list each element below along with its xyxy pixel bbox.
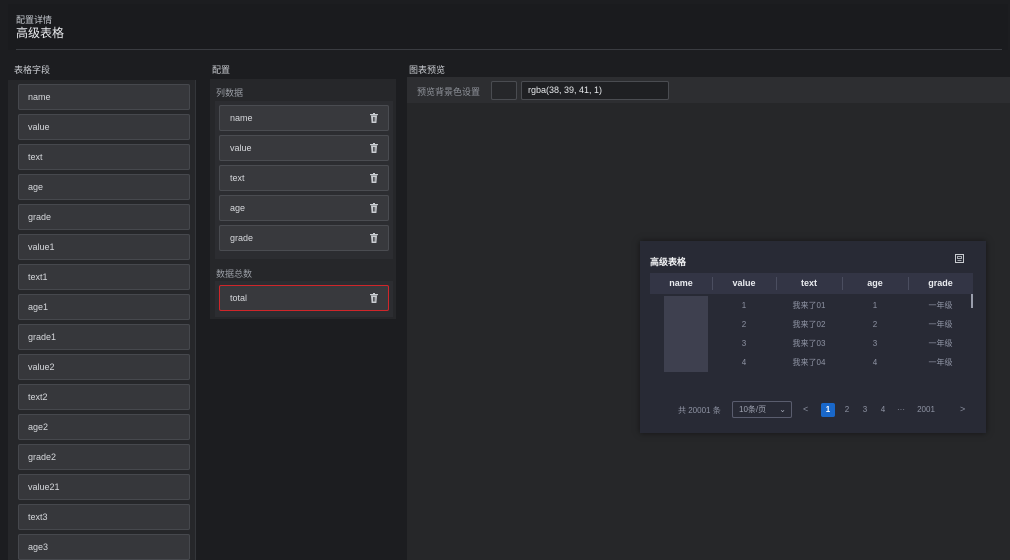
cell-age: 1: [872, 301, 878, 310]
table-row: 4 我来了04 4 一年级: [650, 353, 973, 372]
cell-value: 3: [741, 339, 747, 348]
bg-color-label: 预览背景色设置: [417, 87, 481, 97]
field-item-age2[interactable]: age2: [18, 414, 190, 440]
trash-icon[interactable]: [370, 203, 378, 213]
total-item-label: total: [230, 293, 248, 303]
preview-panel: 预览背景色设置 rgba(38, 39, 41, 1) 高级表格 name va…: [407, 77, 1010, 560]
advanced-table-card: 高级表格 name value text age grade 1 我来了01 1…: [640, 241, 986, 433]
pagination: 共 20001 条 10条/页 ⌄ < 1 2 3 4 ··· 2001 >: [640, 401, 986, 419]
table-row: 3 我来了03 3 一年级: [650, 334, 973, 353]
preview-toolbar: 预览背景色设置 rgba(38, 39, 41, 1): [407, 77, 1010, 103]
field-item-value[interactable]: value: [18, 114, 190, 140]
table-row: 1 我来了01 1 一年级: [650, 296, 973, 315]
field-item-text[interactable]: text: [18, 144, 190, 170]
cell-text: 我来了04: [792, 358, 826, 367]
column-data-label: 列数据: [216, 88, 244, 98]
prev-page-button[interactable]: <: [803, 404, 808, 414]
page-button-1[interactable]: 1: [821, 403, 835, 417]
total-dropzone[interactable]: total: [215, 281, 393, 317]
trash-icon[interactable]: [370, 293, 378, 303]
blurred-name-cell: [664, 296, 708, 315]
column-item-label: grade: [230, 233, 254, 243]
page-size-value: 10条/页: [739, 405, 767, 414]
field-item-age1[interactable]: age1: [18, 294, 190, 320]
field-item-text1[interactable]: text1: [18, 264, 190, 290]
column-header-age[interactable]: age: [842, 273, 908, 294]
trash-icon[interactable]: [370, 173, 378, 183]
cell-text: 我来了02: [792, 320, 826, 329]
card-title: 高级表格: [650, 257, 687, 267]
column-data-dropzone[interactable]: name value text age grade: [215, 101, 393, 259]
cell-value: 2: [741, 320, 747, 329]
color-swatch[interactable]: [491, 81, 517, 100]
cell-text: 我来了03: [792, 339, 826, 348]
bg-color-input[interactable]: rgba(38, 39, 41, 1): [521, 81, 669, 100]
column-item-grade[interactable]: grade: [219, 225, 389, 251]
field-item-name[interactable]: name: [18, 84, 190, 110]
blurred-name-cell: [664, 353, 708, 372]
next-page-button[interactable]: >: [960, 404, 965, 414]
cell-grade: 一年级: [928, 301, 953, 310]
table-body: 1 我来了01 1 一年级 2 我来了02 2 一年级 3 我来了03 3 一年…: [650, 294, 973, 386]
cell-age: 3: [872, 339, 878, 348]
trash-icon[interactable]: [370, 113, 378, 123]
fields-panel: name value text age grade value1 text1 a…: [8, 80, 196, 560]
field-item-grade[interactable]: grade: [18, 204, 190, 230]
column-item-name[interactable]: name: [219, 105, 389, 131]
field-item-text3[interactable]: text3: [18, 504, 190, 530]
field-item-age3[interactable]: age3: [18, 534, 190, 560]
field-item-value21[interactable]: value21: [18, 474, 190, 500]
page-button-2[interactable]: 2: [840, 403, 854, 417]
field-item-text2[interactable]: text2: [18, 384, 190, 410]
column-item-age[interactable]: age: [219, 195, 389, 221]
page-ellipsis[interactable]: ···: [894, 403, 908, 417]
trash-icon[interactable]: [370, 143, 378, 153]
column-header-text[interactable]: text: [776, 273, 842, 294]
cell-grade: 一年级: [928, 320, 953, 329]
total-label: 数据总数: [216, 269, 253, 279]
cell-grade: 一年级: [928, 339, 953, 348]
column-header-name[interactable]: name: [650, 273, 712, 294]
cell-grade: 一年级: [928, 358, 953, 367]
column-header-value[interactable]: value: [712, 273, 776, 294]
field-item-grade2[interactable]: grade2: [18, 444, 190, 470]
field-item-value1[interactable]: value1: [18, 234, 190, 260]
cell-age: 2: [872, 320, 878, 329]
cell-text: 我来了01: [792, 301, 826, 310]
page-button-4[interactable]: 4: [876, 403, 890, 417]
preview-column-title: 图表预览: [409, 65, 446, 75]
config-column-title: 配置: [212, 65, 231, 75]
trash-icon[interactable]: [370, 233, 378, 243]
fullscreen-icon[interactable]: [955, 254, 964, 263]
cell-age: 4: [872, 358, 878, 367]
chevron-down-icon: ⌄: [779, 405, 786, 414]
page-size-select[interactable]: 10条/页 ⌄: [732, 401, 792, 418]
column-item-label: value: [230, 143, 252, 153]
page-button-3[interactable]: 3: [858, 403, 872, 417]
field-item-age[interactable]: age: [18, 174, 190, 200]
page-title: 高级表格: [16, 26, 65, 40]
table-row: 2 我来了02 2 一年级: [650, 315, 973, 334]
cell-value: 4: [741, 358, 747, 367]
page-button-last[interactable]: 2001: [912, 403, 940, 417]
config-panel: 列数据 name value text age grade 数据总数 total: [210, 79, 396, 319]
fields-column-title: 表格字段: [14, 65, 51, 75]
field-item-value2[interactable]: value2: [18, 354, 190, 380]
column-item-label: age: [230, 203, 246, 213]
page-header: 配置详情 高级表格: [8, 4, 1008, 50]
field-item-grade1[interactable]: grade1: [18, 324, 190, 350]
total-count: 共 20001 条: [678, 406, 721, 415]
column-header-grade[interactable]: grade: [908, 273, 973, 294]
header-divider: [16, 49, 1002, 50]
total-item[interactable]: total: [219, 285, 389, 311]
table-header: name value text age grade: [650, 273, 973, 294]
blurred-name-cell: [664, 315, 708, 334]
column-item-label: text: [230, 173, 245, 183]
column-item-label: name: [230, 113, 253, 123]
cell-value: 1: [741, 301, 747, 310]
column-item-text[interactable]: text: [219, 165, 389, 191]
blurred-name-cell: [664, 334, 708, 353]
column-item-value[interactable]: value: [219, 135, 389, 161]
